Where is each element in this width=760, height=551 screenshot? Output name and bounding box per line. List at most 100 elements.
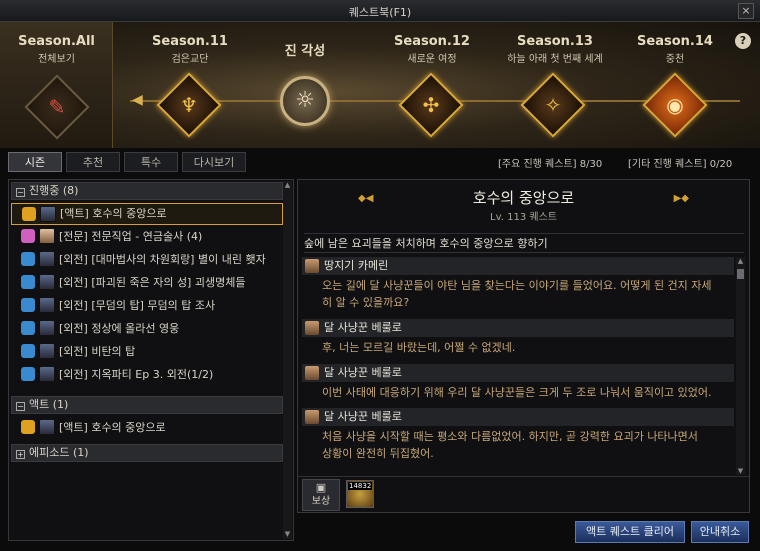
collapse-icon[interactable]: − [16,188,25,197]
list-item[interactable]: [외전] 정상에 올라선 영웅 [11,318,283,340]
constellation-icon: ✧ [544,93,562,117]
reward-item-gold[interactable]: 14832 [346,480,374,508]
dialog-speaker: 달 사냥꾼 베룰로 [302,319,734,337]
list-item[interactable]: [액트] 호수의 중앙으로 [11,417,283,439]
dialog-text: 이번 사태에 대응하기 위해 우리 달 사냥꾼들은 크게 두 조로 나눠서 움직… [322,386,712,399]
avatar [39,343,55,359]
group-episode[interactable]: + 에피소드 (1) [11,444,283,462]
side-quest-icon [21,298,35,312]
speaker-name: 달 사냥꾼 베룰로 [324,366,402,379]
avatar [305,259,319,273]
season-11-emblem[interactable]: ♆ [156,72,222,138]
other-quest-count: [기타 진행 퀘스트] 0/20 [628,159,733,170]
quest-name: [액트] 호수의 중앙으로 [59,421,166,434]
expand-icon[interactable]: + [16,450,25,459]
quest-list-scrollbar[interactable]: ▲ ▼ [283,181,292,539]
speaker-name: 땅지기 카메린 [324,259,389,272]
trident-icon: ♆ [180,93,198,117]
list-item[interactable]: [외전] [파괴된 죽은 자의 성] 괴생명체들 [11,272,283,294]
reward-tab[interactable]: ▣ 보상 [302,479,340,511]
list-item[interactable]: [외전] [대마법사의 차원회랑] 별이 내린 횃자 [11,249,283,271]
season-12-label: Season.12 [394,34,470,49]
season-12-sub: 새로운 여정 [407,54,457,65]
quest-list-panel: − 진행중 (8) [액트] 호수의 중앙으로 [전문] 전문직업 - 연금술사 … [8,179,294,541]
season-13-label: Season.13 [517,34,593,49]
tab-season[interactable]: 시즌 [8,152,62,172]
avatar [39,228,55,244]
tab-special[interactable]: 특수 [124,152,178,172]
avatar [39,297,55,313]
close-button[interactable]: × [738,3,754,19]
scroll-thumb[interactable] [737,269,744,279]
scroll-down-icon[interactable]: ▼ [736,467,745,475]
quest-name: [전문] 전문직업 - 연금술사 (4) [59,230,203,243]
window-titlebar: 퀘스트북(F1) × [0,0,760,22]
dialog-speaker: 달 사냥꾼 베룰로 [302,408,734,426]
quest-name: [액트] 호수의 중앙으로 [60,207,167,220]
quest-level: Lv. 113 퀘스트 [490,212,557,223]
act-quest-icon [21,420,35,434]
scroll-down-icon[interactable]: ▼ [283,530,292,539]
chest-icon: ▣ [315,481,327,494]
true-awakening-emblem[interactable]: ☼ [280,76,330,126]
group-act[interactable]: − 액트 (1) [11,396,283,414]
quest-name: [외전] [파괴된 죽은 자의 성] 괴생명체들 [59,276,246,289]
group-label: 액트 (1) [29,398,69,411]
reward-label: 보상 [311,496,331,507]
help-icon[interactable]: ? [735,33,751,49]
scroll-up-icon[interactable]: ▲ [283,181,292,190]
season-all-sub: 전체보기 [38,54,75,65]
list-item[interactable]: [액트] 호수의 중앙으로 [11,203,283,225]
reward-bar: ▣ 보상 14832 [298,476,749,512]
avatar [305,321,319,335]
dialog-text: 후, 너는 모르길 바랐는데, 어쩔 수 없겠네. [322,341,516,354]
season-all-panel[interactable]: Season.All 전체보기 ✎ [0,22,113,148]
scroll-up-icon[interactable]: ▲ [736,257,745,265]
avatar [305,410,319,424]
season-11-sub: 검은교단 [171,54,209,65]
sun-icon: ☼ [295,88,315,113]
next-quest-icon[interactable]: ▶◆ [674,193,689,204]
speaker-name: 달 사냥꾼 베룰로 [324,321,402,334]
season-11-label: Season.11 [152,34,228,49]
group-in-progress[interactable]: − 진행중 (8) [11,182,283,200]
list-item[interactable]: [외전] [무덤의 탑] 무덤의 탑 조사 [11,295,283,317]
season-14-emblem[interactable]: ◉ [642,72,708,138]
quest-detail-panel: ◆◀ 호수의 중앙으로 Lv. 113 퀘스트 ▶◆ 숲에 남은 요괴들을 처치… [297,179,750,513]
group-label: 에피소드 (1) [29,446,89,459]
quest-name: [외전] 지옥파티 Ep 3. 외전(1/2) [59,368,214,381]
list-item[interactable]: [전문] 전문직업 - 연금술사 (4) [11,226,283,248]
eye-icon: ◉ [666,93,684,117]
list-item[interactable]: [외전] 지옥파티 Ep 3. 외전(1/2) [11,364,283,386]
side-quest-icon [21,367,35,381]
quest-name: [외전] 비탄의 탑 [59,345,136,358]
season-banner: Season.All 전체보기 ✎ ◀ Season.11 검은교단 ♆ 진 각… [0,22,760,148]
reward-count: 14832 [348,482,373,490]
act-quest-icon [22,207,36,221]
season-13-emblem[interactable]: ✧ [520,72,586,138]
list-item[interactable]: [외전] 비탄의 탑 [11,341,283,363]
dialog-speaker: 땅지기 카메린 [302,257,734,275]
avatar [39,251,55,267]
collapse-icon[interactable]: − [16,402,25,411]
act-quest-clear-button[interactable]: 액트 퀘스트 클리어 [575,521,685,543]
tab-replay[interactable]: 다시보기 [182,152,246,172]
tab-recommended[interactable]: 추천 [66,152,120,172]
quest-summary: 숲에 남은 요괴들을 처치하며 호수의 중앙으로 향하기 [304,233,744,253]
cancel-guide-button[interactable]: 안내취소 [691,521,749,543]
prev-arrow-icon[interactable]: ◀ [132,92,143,108]
speaker-name: 달 사냥꾼 베룰로 [324,410,402,423]
quest-name: [외전] 정상에 올라선 영웅 [59,322,180,335]
dialog-scrollbar[interactable]: ▲ ▼ [736,257,745,475]
window-title: 퀘스트북(F1) [348,6,412,19]
true-awakening-label: 진 각성 [284,44,326,59]
avatar [39,320,55,336]
side-quest-icon [21,275,35,289]
side-quest-icon [21,344,35,358]
profession-quest-icon [21,229,35,243]
avatar [305,366,319,380]
knot-icon: ✣ [422,93,440,117]
dialog-text: 오는 길에 달 사냥꾼들이 야탄 님을 찾는다는 이야기를 들었어요. 어떻게 … [322,279,712,309]
avatar [39,419,55,435]
season-12-emblem[interactable]: ✣ [398,72,464,138]
